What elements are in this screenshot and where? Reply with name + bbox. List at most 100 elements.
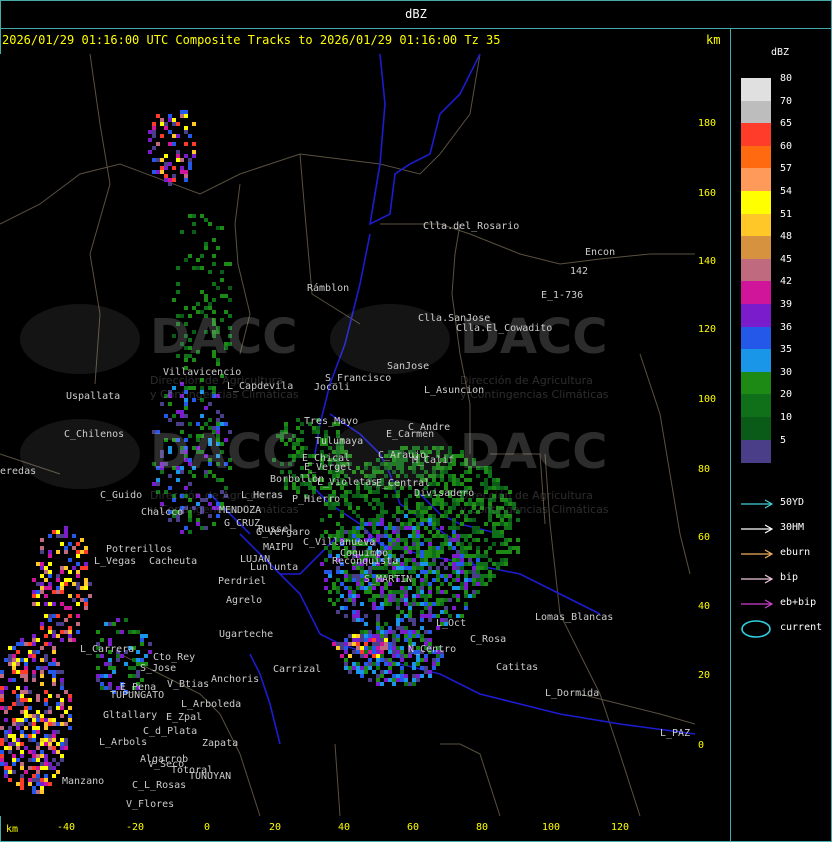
legend-value-label: 51 (780, 208, 793, 220)
legend-swatch (741, 417, 771, 440)
legend-value-label: 54 (780, 186, 793, 197)
legend-swatch (741, 100, 771, 124)
legend-swatch (741, 236, 771, 260)
place-label: Tres_Mayo (304, 416, 359, 427)
place-label: Coquimbo (340, 548, 389, 559)
place-label: C_Rosa (470, 634, 507, 645)
header-title: 2026/01/29 01:16:00 UTC Composite Tracks… (2, 33, 501, 47)
watermark-name: DACC (150, 424, 298, 480)
place-label: G_CRUZ (224, 518, 261, 529)
current-ellipse-icon (741, 620, 771, 638)
y-tick-label: 40 (698, 601, 711, 612)
y-tick-label: 80 (698, 464, 711, 475)
legend-value-label: 36 (780, 321, 793, 333)
track-legend-label: current (780, 622, 823, 633)
legend-swatch (741, 371, 771, 395)
legend-value-label: 57 (780, 163, 793, 175)
x-tick-label: 40 (337, 822, 351, 833)
place-label: L_Arboleda (181, 699, 242, 710)
y-tick-label: 60 (698, 532, 711, 543)
track-arrow-icon (741, 549, 774, 559)
place-label: C_Guido (100, 490, 143, 501)
place-label: C_Chilenos (64, 429, 125, 440)
place-label: E_Vergel (304, 462, 353, 473)
legend-swatch (741, 439, 771, 463)
place-label: Catitas (496, 662, 539, 673)
place-label: L_Dormida (545, 688, 600, 699)
x-tick-label: 60 (406, 822, 420, 833)
legend-value-label: 42 (780, 276, 793, 288)
place-label: Encon (585, 247, 616, 258)
track-arrow-icon (741, 599, 774, 609)
place-label: V_Btias (167, 679, 210, 690)
y-tick-label: 140 (698, 256, 717, 267)
place-label: L_Capdevila (227, 381, 294, 392)
place-label: Manzano (62, 776, 105, 787)
legend-value-label: 35 (780, 344, 793, 356)
legend-value-label: 39 (780, 299, 793, 310)
legend-value-label: 5 (780, 434, 787, 446)
radar-map[interactable]: DACC Dirección de Agricultura y Continge… (0, 54, 695, 816)
place-label: MAIPU (263, 542, 294, 553)
place-label: L_Oct (436, 618, 467, 629)
place-label: M_Calif (412, 455, 455, 466)
y-tick-label: 160 (698, 188, 717, 199)
track-legend-label: eb+bip (780, 597, 817, 608)
y-tick-label: 180 (698, 118, 717, 129)
place-label: C_Andre (408, 422, 451, 433)
watermark-line1: Dirección de Agricultura (460, 489, 593, 502)
place-label: V_Flores (126, 799, 175, 810)
place-label: SanJose (387, 361, 430, 372)
legend-value-label: 20 (780, 389, 793, 401)
legend-value-label: 10 (780, 412, 793, 423)
y-tick-label: 0 (698, 740, 705, 751)
legend-swatch (741, 258, 771, 282)
legend-swatch (741, 168, 771, 192)
place-label: TUPUNGATO (110, 690, 165, 701)
watermark-name: DACC (460, 424, 608, 480)
legend-swatch (741, 78, 771, 101)
place-label: E_1-736 (541, 290, 584, 301)
legend-swatch (741, 394, 771, 418)
top-title: dBZ (405, 7, 427, 21)
place-label: Uspallata (66, 391, 121, 402)
place-label: N_Centro (408, 644, 457, 655)
place-label: L_Asuncion (424, 385, 485, 396)
place-label: Anchoris (211, 674, 260, 685)
place-label: L_Carrera (80, 644, 135, 655)
place-label: Cto_Rey (153, 652, 196, 663)
track-legend-label: eburn (780, 547, 811, 558)
place-label: S_MARTIN (364, 574, 413, 585)
track-arrow-icon (741, 499, 774, 509)
place-label: L_Arbols (99, 737, 148, 748)
legend-unit: dBZ (770, 47, 790, 58)
place-label: L_PAZ (660, 728, 691, 739)
legend-swatch (741, 191, 771, 214)
watermark-name: DACC (150, 309, 298, 365)
place-label: Chalcco (141, 507, 184, 518)
place-label: Lunlunta (250, 562, 299, 573)
place-label: Potrerillos (106, 544, 173, 555)
place-label: Carrizal (273, 664, 322, 675)
place-label: E_Zpal (166, 712, 203, 723)
place-label: Gltallary (103, 710, 158, 721)
legend-swatch (741, 326, 771, 350)
place-label: Agrelo (226, 595, 263, 606)
place-label: P_Hierro (292, 494, 341, 505)
watermark-line2: y Contingencias Climáticas (460, 503, 609, 516)
x-tick-label: 80 (475, 822, 489, 833)
track-arrow-icon (741, 524, 774, 534)
legend-swatch (741, 281, 771, 305)
place-label: C_L_Rosas (132, 780, 187, 791)
legend-value-label: 48 (780, 231, 793, 243)
place-label: Russel (258, 524, 295, 535)
place-label: Perdriel (218, 576, 267, 587)
km-axis-label-top: km (706, 33, 721, 47)
place-label: Tulumaya (315, 436, 364, 447)
x-tick-label: 0 (203, 822, 211, 833)
place-label: Divisadero (414, 488, 475, 499)
legend-value-label: 70 (780, 95, 793, 107)
legend-value-label: 30 (780, 366, 793, 378)
place-label: L_Heras (241, 490, 284, 501)
track-arrow-icon (741, 574, 774, 584)
